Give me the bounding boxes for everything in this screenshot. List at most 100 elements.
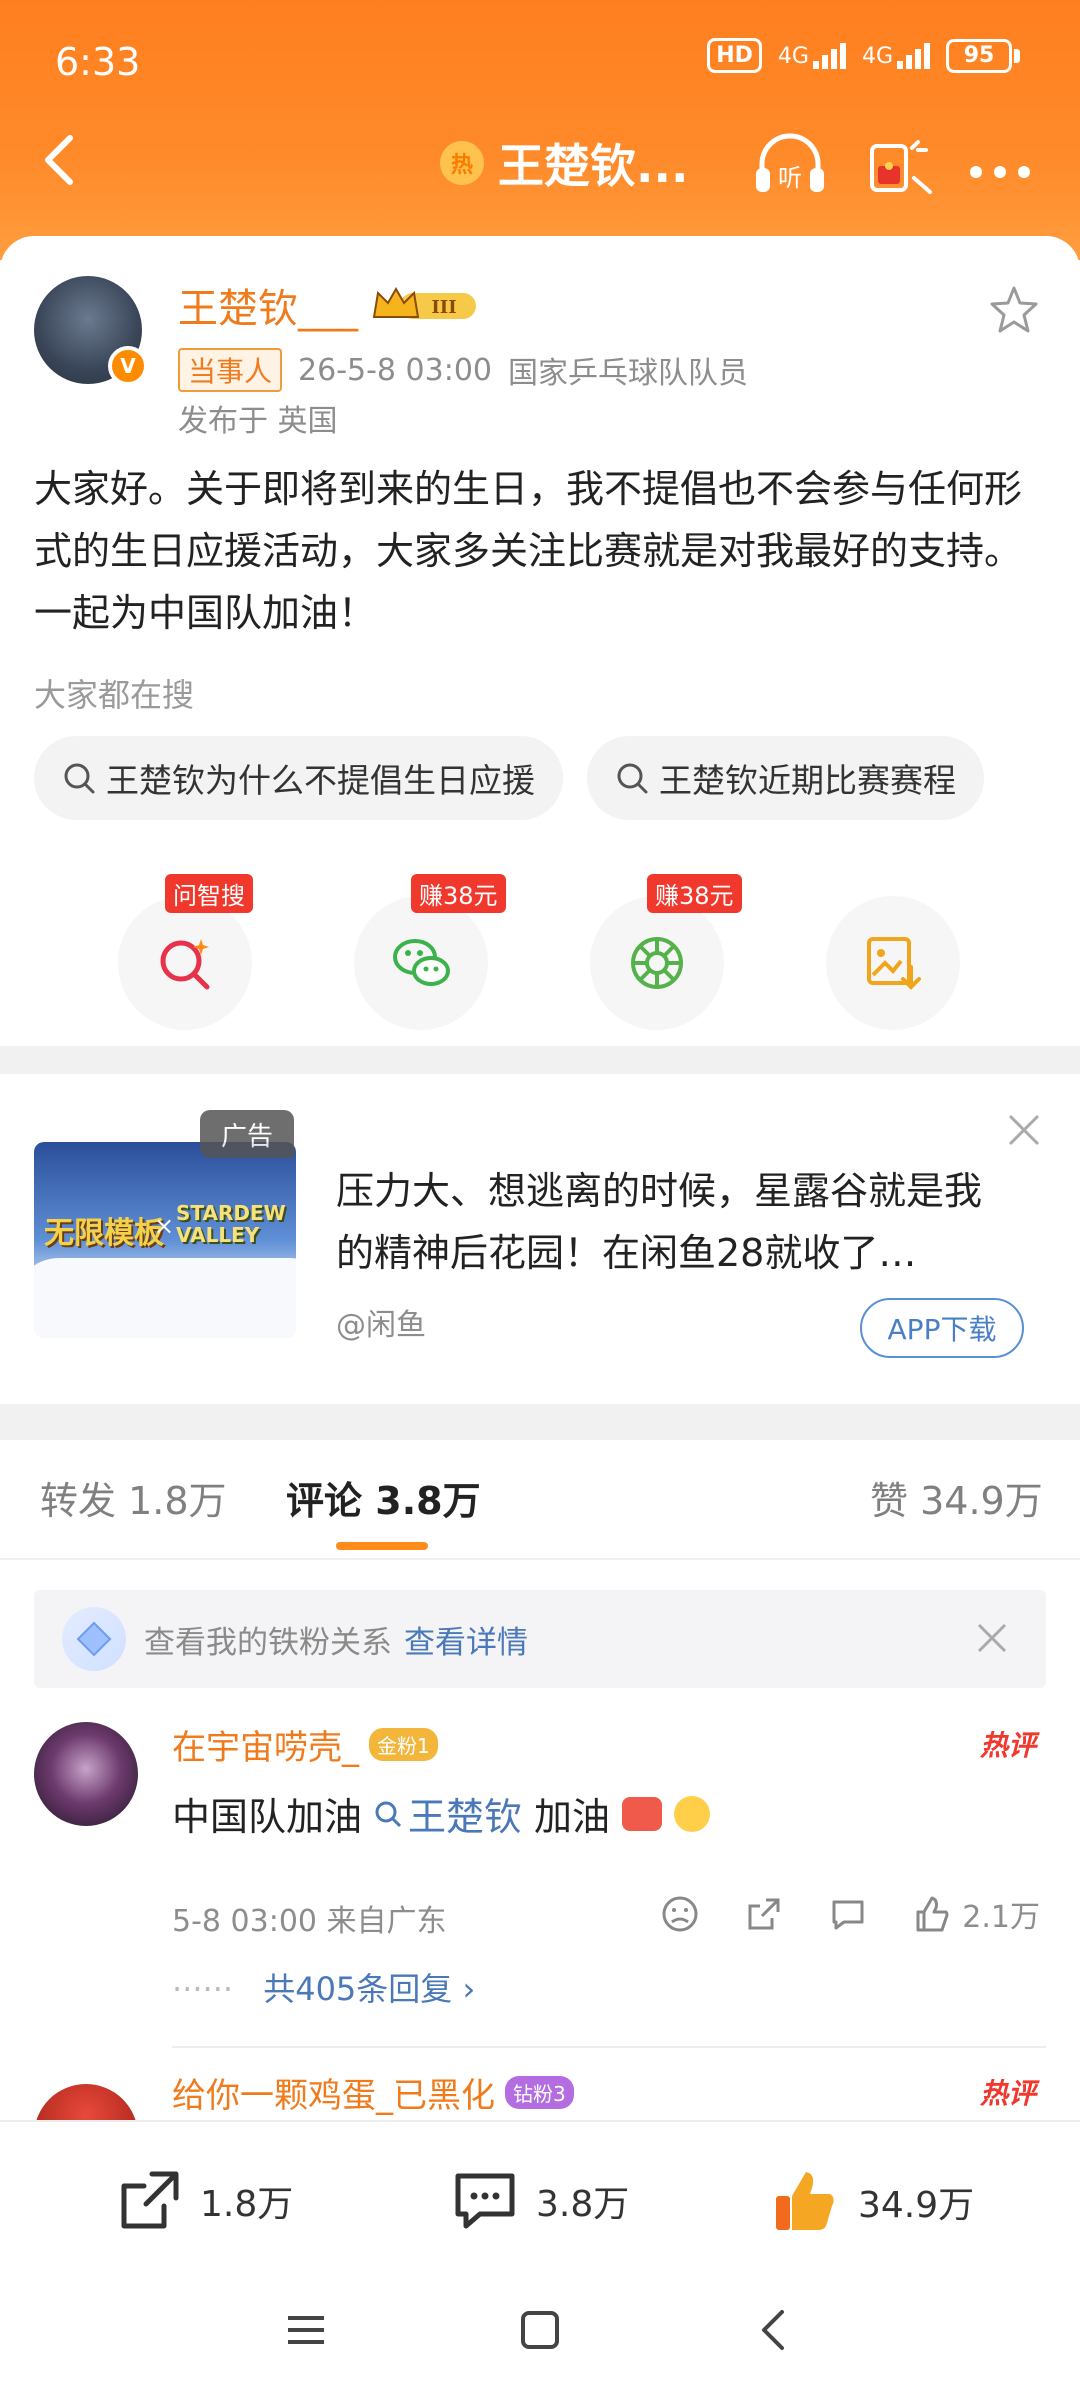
nav-title[interactable]: 热 王楚钦...: [440, 130, 688, 196]
bottom-action-bar: 1.8万 3.8万 34.9万: [0, 2120, 1080, 2270]
post-card: V 王楚钦___ III 当事人 26-5-8 03:00 国家乒乓球队队员 发…: [0, 236, 1080, 1046]
fan-badge: 金粉1: [369, 1728, 438, 1761]
section-divider: [0, 1046, 1080, 1074]
close-icon[interactable]: [974, 1620, 1010, 1656]
network-label-2: 4G: [861, 43, 893, 69]
red-packet-icon[interactable]: [860, 128, 940, 198]
comment-keyword: 王楚钦: [408, 1795, 523, 1839]
emoji-icon: [622, 1796, 663, 1831]
dislike-face-icon[interactable]: [660, 1894, 700, 1934]
hot-comment-badge: 热评: [979, 1729, 1036, 1762]
back-arrow-icon[interactable]: [30, 128, 94, 192]
action-badge: 问智搜: [165, 874, 253, 913]
section-divider: [0, 1404, 1080, 1440]
author-avatar[interactable]: V: [34, 276, 148, 386]
app-download-button[interactable]: APP下载: [860, 1298, 1024, 1358]
system-back-icon[interactable]: [752, 2308, 796, 2352]
comment-separator: [172, 2046, 1046, 2048]
comment-meta: 5-8 03:00 来自广东: [172, 1896, 447, 1940]
wechat-share-button[interactable]: 赚38元: [354, 874, 506, 1030]
tab-repost[interactable]: 转发 1.8万: [40, 1470, 227, 1525]
listen-icon[interactable]: 听: [750, 128, 830, 198]
author-name-text: 王楚钦___: [178, 286, 358, 332]
comment-like-count: 2.1万: [962, 1900, 1040, 1935]
repost-count: 1.8万: [200, 2184, 294, 2225]
author-description: 国家乒乓球队队员: [508, 356, 749, 391]
commenter-avatar[interactable]: [34, 2084, 138, 2120]
crown-level-icon: III: [372, 286, 476, 319]
ad-card[interactable]: 无限模板 × STARDEW VALLEY 广告 压力大、想逃离的时候，星露谷就…: [0, 1074, 1080, 1404]
fan-badge: 钻粉3: [505, 2076, 574, 2109]
share-icon[interactable]: [744, 1894, 784, 1934]
like-count: 34.9万: [858, 2185, 975, 2226]
comment-icon: [455, 2173, 515, 2229]
post-meta: 当事人 26-5-8 03:00 国家乒乓球队队员: [178, 348, 748, 392]
tab-likes-count: 34.9万: [920, 1479, 1043, 1523]
nav-title-text: 王楚钦...: [498, 139, 689, 193]
interaction-tabs: 转发 1.8万 评论 3.8万 赞 34.9万: [0, 1440, 1080, 1560]
more-icon[interactable]: [960, 128, 1040, 198]
comment-like-button[interactable]: 2.1万: [912, 1892, 1040, 1936]
action-badge: 赚38元: [647, 874, 742, 913]
ad-image[interactable]: 无限模板 × STARDEW VALLEY: [34, 1142, 296, 1338]
comment-text-part: 加油: [534, 1795, 611, 1839]
nav-bar: 热 王楚钦... 听: [0, 110, 1080, 210]
comment-timestamp: 5-8 03:00: [172, 1904, 317, 1939]
tab-likes-label: 赞: [870, 1479, 909, 1523]
reply-icon[interactable]: [828, 1894, 868, 1934]
post-content: 大家好。关于即将到来的生日，我不提倡也不会参与任何形式的生日应援活动，大家多关注…: [34, 467, 1023, 635]
battery-icon: 95: [946, 38, 1020, 73]
tab-comments[interactable]: 评论 3.8万: [286, 1470, 481, 1525]
system-nav-bar: [0, 2270, 1080, 2400]
action-badge: 赚38元: [411, 874, 506, 913]
comment-keyword-link[interactable]: 王楚钦: [374, 1786, 522, 1841]
hd-icon: HD: [707, 38, 762, 73]
wechat-icon: [393, 939, 450, 986]
search-chip[interactable]: 王楚钦为什么不提倡生日应援: [34, 736, 563, 820]
commenter-avatar[interactable]: [34, 1722, 138, 1826]
commenter-name[interactable]: 给你一颗鸡蛋_已黑化 钻粉3: [172, 2068, 574, 2117]
comment-button[interactable]: 3.8万: [450, 2166, 629, 2236]
tab-likes[interactable]: 赞 34.9万: [870, 1470, 1043, 1525]
search-chip-label: 王楚钦近期比赛赛程: [659, 761, 956, 800]
search-chip[interactable]: 王楚钦近期比赛赛程: [587, 736, 984, 820]
menu-icon[interactable]: [284, 2308, 328, 2352]
verified-icon: V: [108, 346, 148, 386]
tab-repost-count: 1.8万: [128, 1479, 227, 1523]
battery-level: 95: [946, 38, 1012, 73]
publish-location: 发布于 英国: [178, 404, 338, 439]
save-image-icon: [867, 937, 921, 990]
commenter-name-text: 给你一颗鸡蛋_已黑化: [172, 2076, 495, 2116]
comment-location: 来自广东: [326, 1904, 447, 1939]
role-tag: 当事人: [178, 348, 283, 392]
repost-button[interactable]: 1.8万: [114, 2166, 293, 2236]
ad-image-game-title: STARDEW VALLEY: [176, 1201, 286, 1247]
star-icon[interactable]: [988, 284, 1040, 336]
repost-icon: [121, 2171, 179, 2229]
commenter-name[interactable]: 在宇宙唠壳_ 金粉1: [172, 1720, 438, 1769]
like-button[interactable]: 34.9万: [770, 2166, 974, 2238]
hot-comment-badge: 热评: [979, 2077, 1036, 2110]
view-replies-link[interactable]: ······ 共405条回复 ›: [172, 1964, 475, 2010]
share-actions: 问智搜 赚38元 赚38元: [0, 874, 1080, 1030]
moments-share-button[interactable]: 赚38元: [590, 874, 742, 1030]
thumbs-up-icon: [776, 2172, 834, 2230]
hot-topic-icon: 热: [440, 141, 484, 185]
home-icon[interactable]: [518, 2308, 562, 2352]
comment-text-part: 中国队加油: [172, 1795, 363, 1839]
fan-banner-link[interactable]: 查看详情: [404, 1617, 528, 1662]
tab-repost-label: 转发: [40, 1479, 117, 1523]
close-icon[interactable]: [1004, 1110, 1044, 1150]
fan-banner-text: 查看我的铁粉关系: [144, 1624, 392, 1661]
zhisou-button[interactable]: 问智搜: [118, 874, 253, 1030]
active-tab-indicator: [336, 1542, 428, 1550]
replies-count: 共405条回复: [263, 1970, 453, 2008]
search-icon: [617, 763, 648, 794]
search-chip-label: 王楚钦为什么不提倡生日应援: [106, 761, 535, 800]
author-name[interactable]: 王楚钦___ III: [178, 276, 480, 334]
save-image-button[interactable]: [826, 896, 960, 1030]
iron-fan-banner[interactable]: 查看我的铁粉关系 查看详情: [34, 1590, 1046, 1688]
commenter-name-text: 在宇宙唠壳_: [172, 1728, 359, 1768]
ad-image-text: 无限模板: [44, 1216, 164, 1251]
svg-text:III: III: [431, 297, 456, 318]
